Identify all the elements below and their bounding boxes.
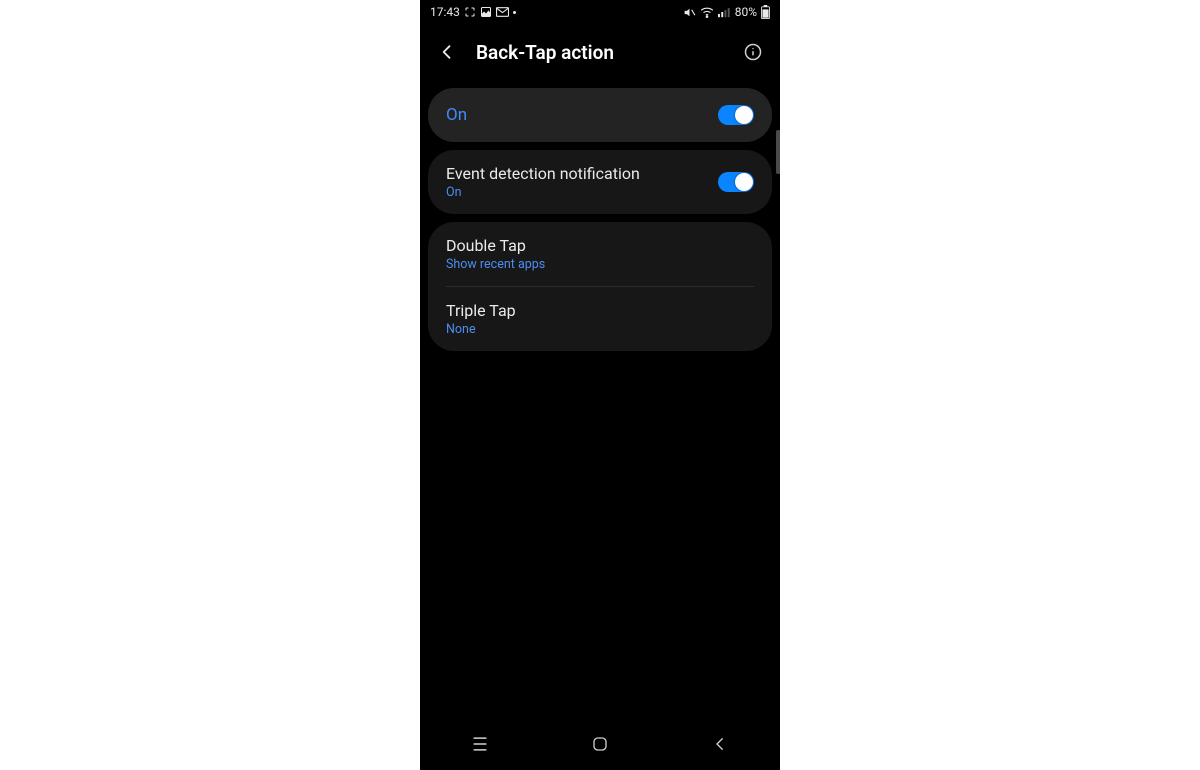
recents-button[interactable] <box>450 729 510 759</box>
event-detection-switch[interactable] <box>718 172 754 192</box>
event-detection-sub: On <box>446 185 718 200</box>
status-left: 17:43 <box>430 5 516 19</box>
signal-icon <box>718 6 731 18</box>
event-detection-row[interactable]: Event detection notification On <box>428 150 772 214</box>
wifi-icon <box>700 6 714 18</box>
mute-icon <box>683 6 696 19</box>
gallery-icon <box>480 6 492 18</box>
battery-text: 80% <box>735 5 757 19</box>
master-toggle-switch[interactable] <box>718 105 754 125</box>
clock-text: 17:43 <box>430 5 460 19</box>
nav-back-button[interactable] <box>690 729 750 759</box>
triple-tap-title: Triple Tap <box>446 301 754 320</box>
page-header: Back-Tap action <box>420 24 780 80</box>
status-right: 80% <box>683 5 770 19</box>
event-detection-title: Event detection notification <box>446 164 718 183</box>
back-button[interactable] <box>432 37 462 67</box>
event-detection-card: Event detection notification On <box>428 150 772 214</box>
fullscreen-icon <box>464 6 476 18</box>
navigation-bar <box>420 726 780 762</box>
battery-icon <box>761 5 770 19</box>
triple-tap-row[interactable]: Triple Tap None <box>428 287 772 351</box>
tap-actions-card: Double Tap Show recent apps Triple Tap N… <box>428 222 772 351</box>
master-toggle-card: On <box>428 88 772 142</box>
status-bar: 17:43 <box>420 0 780 24</box>
master-toggle-label: On <box>446 105 718 125</box>
phone-frame: 17:43 <box>420 0 780 770</box>
master-toggle-row[interactable]: On <box>428 88 772 142</box>
gmail-icon <box>496 7 509 17</box>
double-tap-sub: Show recent apps <box>446 257 754 272</box>
double-tap-title: Double Tap <box>446 236 754 255</box>
info-button[interactable] <box>738 37 768 67</box>
more-notifications-dot-icon <box>513 11 516 14</box>
double-tap-row[interactable]: Double Tap Show recent apps <box>428 222 772 286</box>
triple-tap-sub: None <box>446 322 754 337</box>
scrollbar-indicator[interactable] <box>776 130 780 174</box>
page-title: Back-Tap action <box>476 41 724 64</box>
home-button[interactable] <box>570 729 630 759</box>
